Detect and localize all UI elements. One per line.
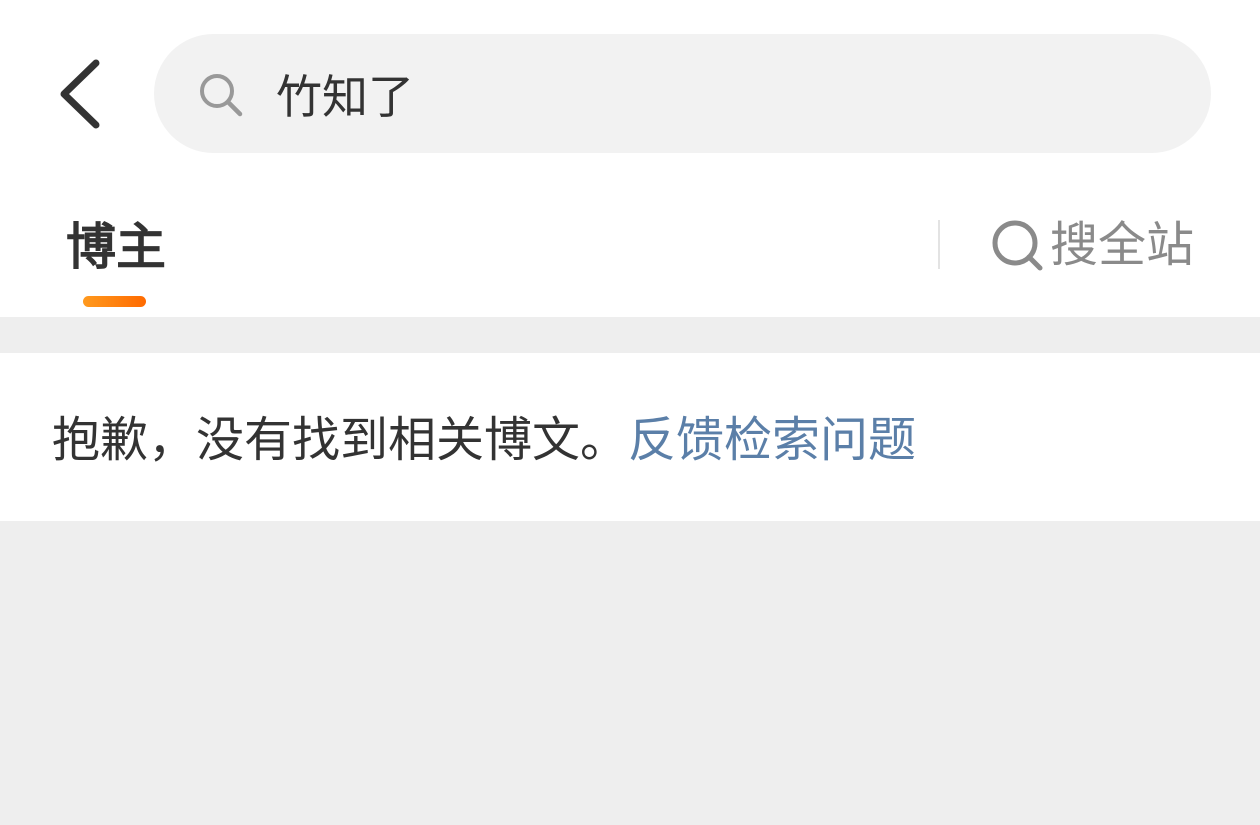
search-all-button[interactable]: 搜全站 xyxy=(990,210,1194,280)
search-results-page: 博主 搜全站 抱歉，没有找到相关博文。反馈检索问题 xyxy=(0,0,1260,825)
search-box[interactable] xyxy=(154,34,1211,153)
search-all-label: 搜全站 xyxy=(1050,217,1195,273)
chevron-left-icon xyxy=(60,59,100,129)
empty-result-text: 抱歉，没有找到相关博文。 xyxy=(52,412,629,468)
active-tab-indicator xyxy=(83,296,146,307)
search-icon xyxy=(992,220,1043,271)
search-icon xyxy=(198,72,244,118)
empty-result-message: 抱歉，没有找到相关博文。反馈检索问题 xyxy=(52,402,916,478)
back-button[interactable] xyxy=(40,52,120,136)
tab-divider xyxy=(938,220,940,269)
header-area: 博主 搜全站 xyxy=(0,0,1260,317)
feedback-link[interactable]: 反馈检索问题 xyxy=(628,412,916,468)
search-input[interactable] xyxy=(276,56,1156,132)
tab-bloggers[interactable]: 博主 xyxy=(66,212,166,282)
